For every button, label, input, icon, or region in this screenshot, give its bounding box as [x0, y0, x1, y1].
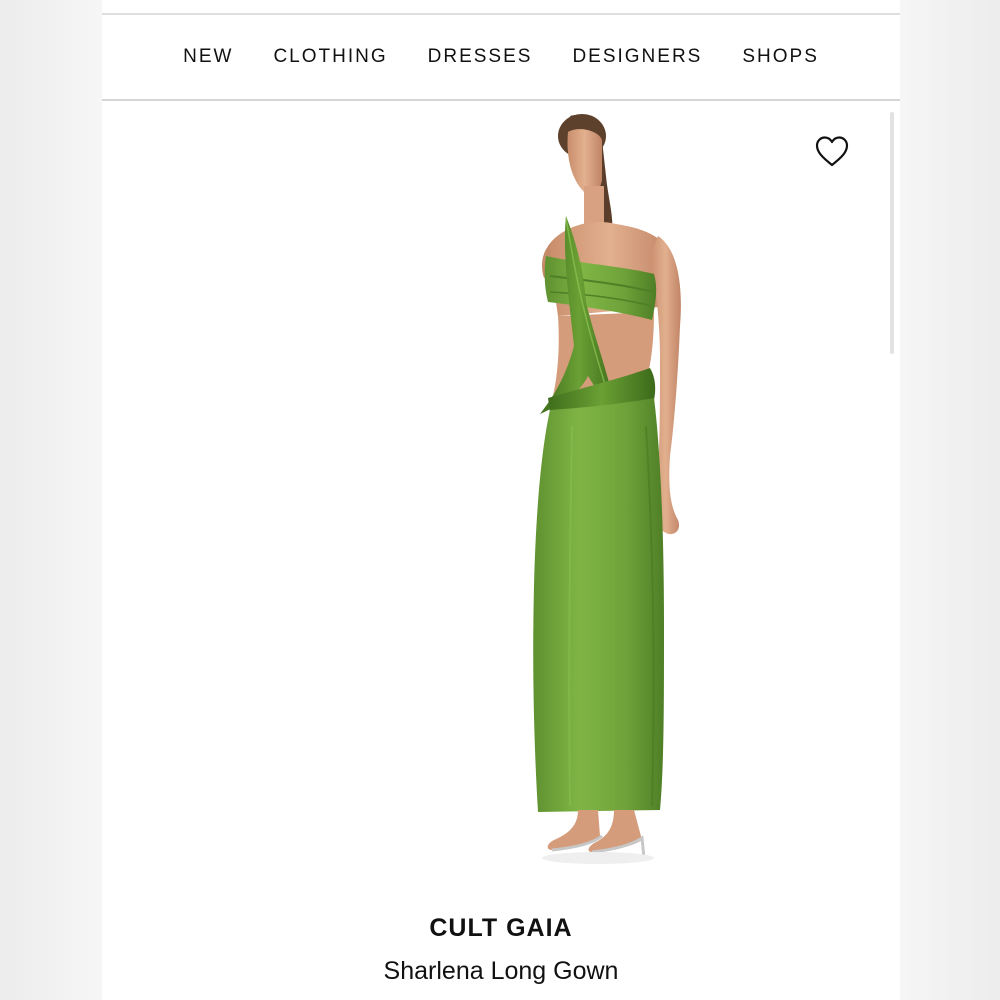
- product-brand[interactable]: CULT GAIA: [102, 914, 900, 943]
- nav-item-dresses[interactable]: DRESSES: [428, 46, 533, 68]
- product-page: NEW CLOTHING DRESSES DESIGNERS SHOPS CUL…: [102, 0, 900, 1000]
- scrollbar[interactable]: [890, 112, 894, 354]
- nav-item-shops[interactable]: SHOPS: [742, 46, 819, 68]
- product-image[interactable]: [402, 106, 722, 876]
- heart-icon[interactable]: [814, 134, 850, 170]
- nav-item-new[interactable]: NEW: [183, 46, 233, 68]
- product-name[interactable]: Sharlena Long Gown: [102, 957, 900, 986]
- nav-item-clothing[interactable]: CLOTHING: [273, 46, 387, 68]
- nav-item-designers[interactable]: DESIGNERS: [572, 46, 702, 68]
- main-navigation: NEW CLOTHING DRESSES DESIGNERS SHOPS: [102, 15, 900, 101]
